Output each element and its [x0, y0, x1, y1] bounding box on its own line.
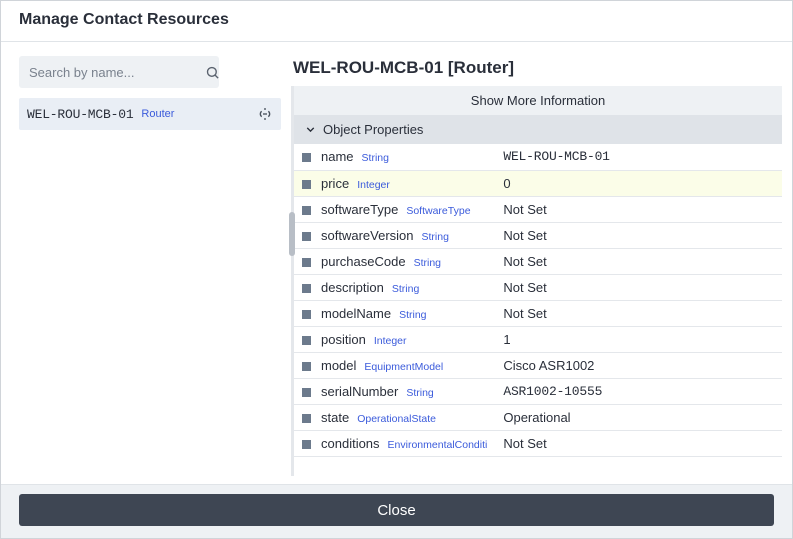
property-value: WEL-ROU-MCB-01: [495, 144, 782, 170]
property-row[interactable]: softwareVersion String Not Set: [294, 222, 782, 248]
property-value: ASR1002-10555: [495, 378, 782, 404]
section-label: Object Properties: [323, 122, 423, 137]
pane-resize-handle[interactable]: [289, 212, 295, 256]
object-title: WEL-ROU-MCB-01 [Router]: [291, 56, 782, 86]
result-name: WEL-ROU-MCB-01: [27, 107, 133, 122]
property-key-cell: description String: [294, 274, 495, 300]
property-marker-icon: [302, 153, 311, 162]
property-row[interactable]: purchaseCode String Not Set: [294, 248, 782, 274]
modal-title: Manage Contact Resources: [19, 11, 774, 29]
property-key: serialNumber: [321, 384, 398, 399]
property-marker-icon: [302, 440, 311, 449]
property-row[interactable]: modelName String Not Set: [294, 300, 782, 326]
property-row[interactable]: serialNumber String ASR1002-10555: [294, 378, 782, 404]
property-type: OperationalState: [357, 413, 436, 425]
property-marker-icon: [302, 232, 311, 241]
property-marker-icon: [302, 336, 311, 345]
property-key-cell: model EquipmentModel: [294, 352, 495, 378]
property-marker-icon: [302, 180, 311, 189]
property-type: String: [406, 387, 433, 399]
property-type: Integer: [374, 335, 407, 347]
property-value: Cisco ASR1002: [495, 352, 782, 378]
modal-header: Manage Contact Resources: [1, 1, 792, 42]
property-key: description: [321, 280, 384, 295]
detail-pane: WEL-ROU-MCB-01 [Router] Show More Inform…: [291, 56, 792, 476]
property-value: Not Set: [495, 274, 782, 300]
property-key: state: [321, 410, 349, 425]
property-key: conditions: [321, 436, 380, 451]
property-key: model: [321, 358, 356, 373]
property-key-cell: conditions EnvironmentalConditi: [294, 430, 495, 456]
property-key: purchaseCode: [321, 254, 406, 269]
property-type: SoftwareType: [406, 205, 470, 217]
property-key-cell: position Integer: [294, 326, 495, 352]
property-type: EquipmentModel: [364, 361, 443, 373]
unlink-icon[interactable]: [257, 106, 273, 122]
property-key: name: [321, 149, 354, 164]
property-value: Not Set: [495, 430, 782, 456]
property-value: Not Set: [495, 248, 782, 274]
property-row[interactable]: name String WEL-ROU-MCB-01: [294, 144, 782, 170]
modal-body: WEL-ROU-MCB-01 Router WEL-ROU-MCB-01 [Ro…: [1, 42, 792, 484]
result-type: Router: [141, 108, 174, 120]
property-type: EnvironmentalConditi: [388, 439, 488, 451]
search-field-wrap: [19, 56, 219, 88]
property-marker-icon: [302, 284, 311, 293]
detail-scroll-area[interactable]: Show More Information Object Properties …: [291, 86, 782, 476]
property-key-cell: softwareVersion String: [294, 222, 495, 248]
show-more-button[interactable]: Show More Information: [294, 86, 782, 115]
property-type: Integer: [357, 179, 390, 191]
close-button[interactable]: Close: [19, 494, 774, 526]
sidebar: WEL-ROU-MCB-01 Router: [1, 56, 291, 476]
property-marker-icon: [302, 362, 311, 371]
property-key-cell: price Integer: [294, 170, 495, 196]
property-key: softwareType: [321, 202, 398, 217]
property-marker-icon: [302, 206, 311, 215]
property-key: softwareVersion: [321, 228, 414, 243]
property-value: Not Set: [495, 196, 782, 222]
property-key: price: [321, 176, 349, 191]
property-type: String: [399, 309, 426, 321]
property-row[interactable]: conditions EnvironmentalConditi Not Set: [294, 430, 782, 456]
property-row[interactable]: description String Not Set: [294, 274, 782, 300]
property-row[interactable]: state OperationalState Operational: [294, 404, 782, 430]
property-row[interactable]: model EquipmentModel Cisco ASR1002: [294, 352, 782, 378]
property-key: position: [321, 332, 366, 347]
property-type: String: [422, 231, 449, 243]
property-marker-icon: [302, 388, 311, 397]
property-value: 0: [495, 170, 782, 196]
property-marker-icon: [302, 414, 311, 423]
modal-footer: Close: [1, 484, 792, 538]
property-type: String: [414, 257, 441, 269]
property-marker-icon: [302, 258, 311, 267]
property-key-cell: purchaseCode String: [294, 248, 495, 274]
property-value: Operational: [495, 404, 782, 430]
property-key-cell: softwareType SoftwareType: [294, 196, 495, 222]
property-value: Not Set: [495, 300, 782, 326]
property-key: modelName: [321, 306, 391, 321]
property-key-cell: serialNumber String: [294, 378, 495, 404]
chevron-down-icon: [304, 123, 317, 136]
modal-dialog: Manage Contact Resources WEL-ROU-MCB-01 …: [0, 0, 793, 539]
property-key-cell: state OperationalState: [294, 404, 495, 430]
property-value: 1: [495, 326, 782, 352]
property-type: String: [392, 283, 419, 295]
property-marker-icon: [302, 310, 311, 319]
property-row[interactable]: position Integer 1: [294, 326, 782, 352]
property-row[interactable]: softwareType SoftwareType Not Set: [294, 196, 782, 222]
property-key-cell: modelName String: [294, 300, 495, 326]
section-header-object-properties[interactable]: Object Properties: [294, 115, 782, 144]
search-icon: [205, 65, 220, 80]
property-type: String: [362, 152, 389, 164]
property-value: Not Set: [495, 222, 782, 248]
search-result-item[interactable]: WEL-ROU-MCB-01 Router: [19, 98, 281, 130]
property-row[interactable]: price Integer 0: [294, 170, 782, 196]
properties-table: nameStringWEL-ROU-MCB-01priceInteger0sof…: [294, 144, 782, 457]
search-input[interactable]: [29, 65, 205, 80]
property-key-cell: name String: [294, 144, 495, 170]
